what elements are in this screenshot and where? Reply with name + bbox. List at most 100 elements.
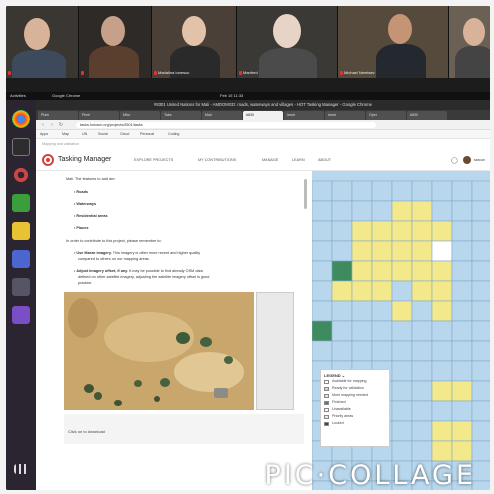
task-cell[interactable] [431, 420, 453, 442]
task-cell[interactable] [451, 280, 473, 302]
back-icon[interactable]: ‹ [40, 122, 46, 128]
task-cell[interactable] [431, 340, 453, 362]
participant-tile[interactable] [6, 6, 78, 78]
bookmark-item[interactable]: Coding [168, 130, 179, 139]
app-title[interactable]: Tasking Manager [58, 156, 111, 163]
bookmark-item[interactable]: Map [62, 130, 69, 139]
task-cell[interactable] [411, 440, 433, 462]
task-cell[interactable] [411, 380, 433, 402]
task-cell[interactable] [451, 220, 473, 242]
task-cell[interactable] [391, 420, 413, 442]
task-cell[interactable] [471, 240, 490, 262]
task-cell[interactable] [351, 300, 373, 322]
hot-logo-icon[interactable] [42, 154, 54, 166]
task-cell[interactable] [371, 340, 393, 362]
task-cell[interactable] [391, 360, 413, 382]
bookmark-item[interactable]: Personal [140, 130, 154, 139]
task-cell[interactable] [471, 360, 490, 382]
task-cell[interactable] [471, 380, 490, 402]
bookmark-item[interactable]: Apps [40, 130, 48, 139]
task-cell[interactable] [391, 260, 413, 282]
browser-tab[interactable]: Pinel [79, 111, 119, 120]
participant-tile[interactable] [79, 6, 151, 78]
task-cell[interactable] [391, 280, 413, 302]
task-cell[interactable] [312, 240, 333, 262]
nav-learn[interactable]: LEARN [292, 158, 305, 162]
terminal-icon[interactable] [12, 138, 30, 156]
task-cell[interactable] [391, 320, 413, 342]
notifications-bell-icon[interactable]: ◯ [451, 157, 458, 164]
browser-tab[interactable]: #830 [407, 111, 447, 120]
task-cell[interactable] [351, 280, 373, 302]
url-field[interactable]: tasks.hotosm.org/projects/8301/tasks [76, 122, 376, 128]
task-cell[interactable] [391, 300, 413, 322]
browser-tab[interactable]: Mfur [120, 111, 160, 120]
task-cell[interactable] [391, 380, 413, 402]
files-icon[interactable] [12, 278, 30, 296]
task-cell[interactable] [451, 400, 473, 422]
task-cell[interactable] [391, 340, 413, 362]
settings-icon[interactable] [12, 166, 30, 184]
task-cell[interactable] [471, 280, 490, 302]
task-cell[interactable] [312, 180, 333, 202]
notes-icon[interactable] [12, 222, 30, 240]
task-cell[interactable] [411, 240, 433, 262]
task-cell[interactable] [351, 340, 373, 362]
task-cell[interactable] [331, 240, 353, 262]
task-cell[interactable] [312, 260, 333, 282]
participant-tile[interactable]: Madalina Ionescu [152, 6, 236, 78]
task-cell[interactable] [331, 340, 353, 362]
task-cell[interactable] [431, 300, 453, 322]
task-cell[interactable] [411, 340, 433, 362]
task-cell[interactable] [471, 200, 490, 222]
task-cell[interactable] [431, 240, 453, 262]
task-cell[interactable] [431, 320, 453, 342]
task-cell[interactable] [351, 240, 373, 262]
task-cell[interactable] [391, 180, 413, 202]
task-cell[interactable] [391, 220, 413, 242]
task-cell[interactable] [471, 400, 490, 422]
task-cell[interactable] [451, 380, 473, 402]
task-cell[interactable] [331, 180, 353, 202]
task-cell[interactable] [371, 300, 393, 322]
task-cell[interactable] [411, 320, 433, 342]
task-cell[interactable] [331, 320, 353, 342]
bookmark-item[interactable]: Social [98, 130, 108, 139]
task-cell[interactable] [451, 240, 473, 262]
browser-tab[interactable]: Mail [202, 111, 242, 120]
task-cell[interactable] [351, 220, 373, 242]
task-cell[interactable] [331, 260, 353, 282]
task-cell[interactable] [471, 420, 490, 442]
task-cell[interactable] [312, 300, 333, 322]
breadcrumb[interactable]: Mapping and validation [42, 142, 79, 146]
task-cell[interactable] [451, 360, 473, 382]
task-cell[interactable] [371, 260, 393, 282]
task-cell[interactable] [371, 240, 393, 262]
clock[interactable]: Feb 15 11:33 [220, 92, 243, 100]
task-cell[interactable] [451, 340, 473, 362]
chrome-icon[interactable] [12, 110, 30, 128]
bookmark-item[interactable]: Cloud [120, 130, 129, 139]
task-cell[interactable] [331, 220, 353, 242]
forward-icon[interactable]: › [49, 122, 55, 128]
task-cell[interactable] [431, 260, 453, 282]
task-cell[interactable] [411, 260, 433, 282]
browser-tab-active[interactable]: #830 [243, 111, 283, 120]
task-cell[interactable] [312, 340, 333, 362]
task-cell[interactable] [411, 280, 433, 302]
task-cell[interactable] [371, 180, 393, 202]
scrollbar[interactable] [304, 179, 307, 209]
task-cell[interactable] [431, 400, 453, 422]
task-cell[interactable] [411, 300, 433, 322]
task-cell[interactable] [371, 320, 393, 342]
task-cell[interactable] [471, 260, 490, 282]
task-cell[interactable] [471, 440, 490, 462]
nav-manage[interactable]: MANAGE [262, 158, 278, 162]
task-cell[interactable] [391, 440, 413, 462]
task-cell[interactable] [471, 340, 490, 362]
task-cell[interactable] [431, 200, 453, 222]
task-cell[interactable] [411, 220, 433, 242]
task-cell[interactable] [331, 280, 353, 302]
task-cell[interactable] [411, 420, 433, 442]
task-cell[interactable] [391, 200, 413, 222]
